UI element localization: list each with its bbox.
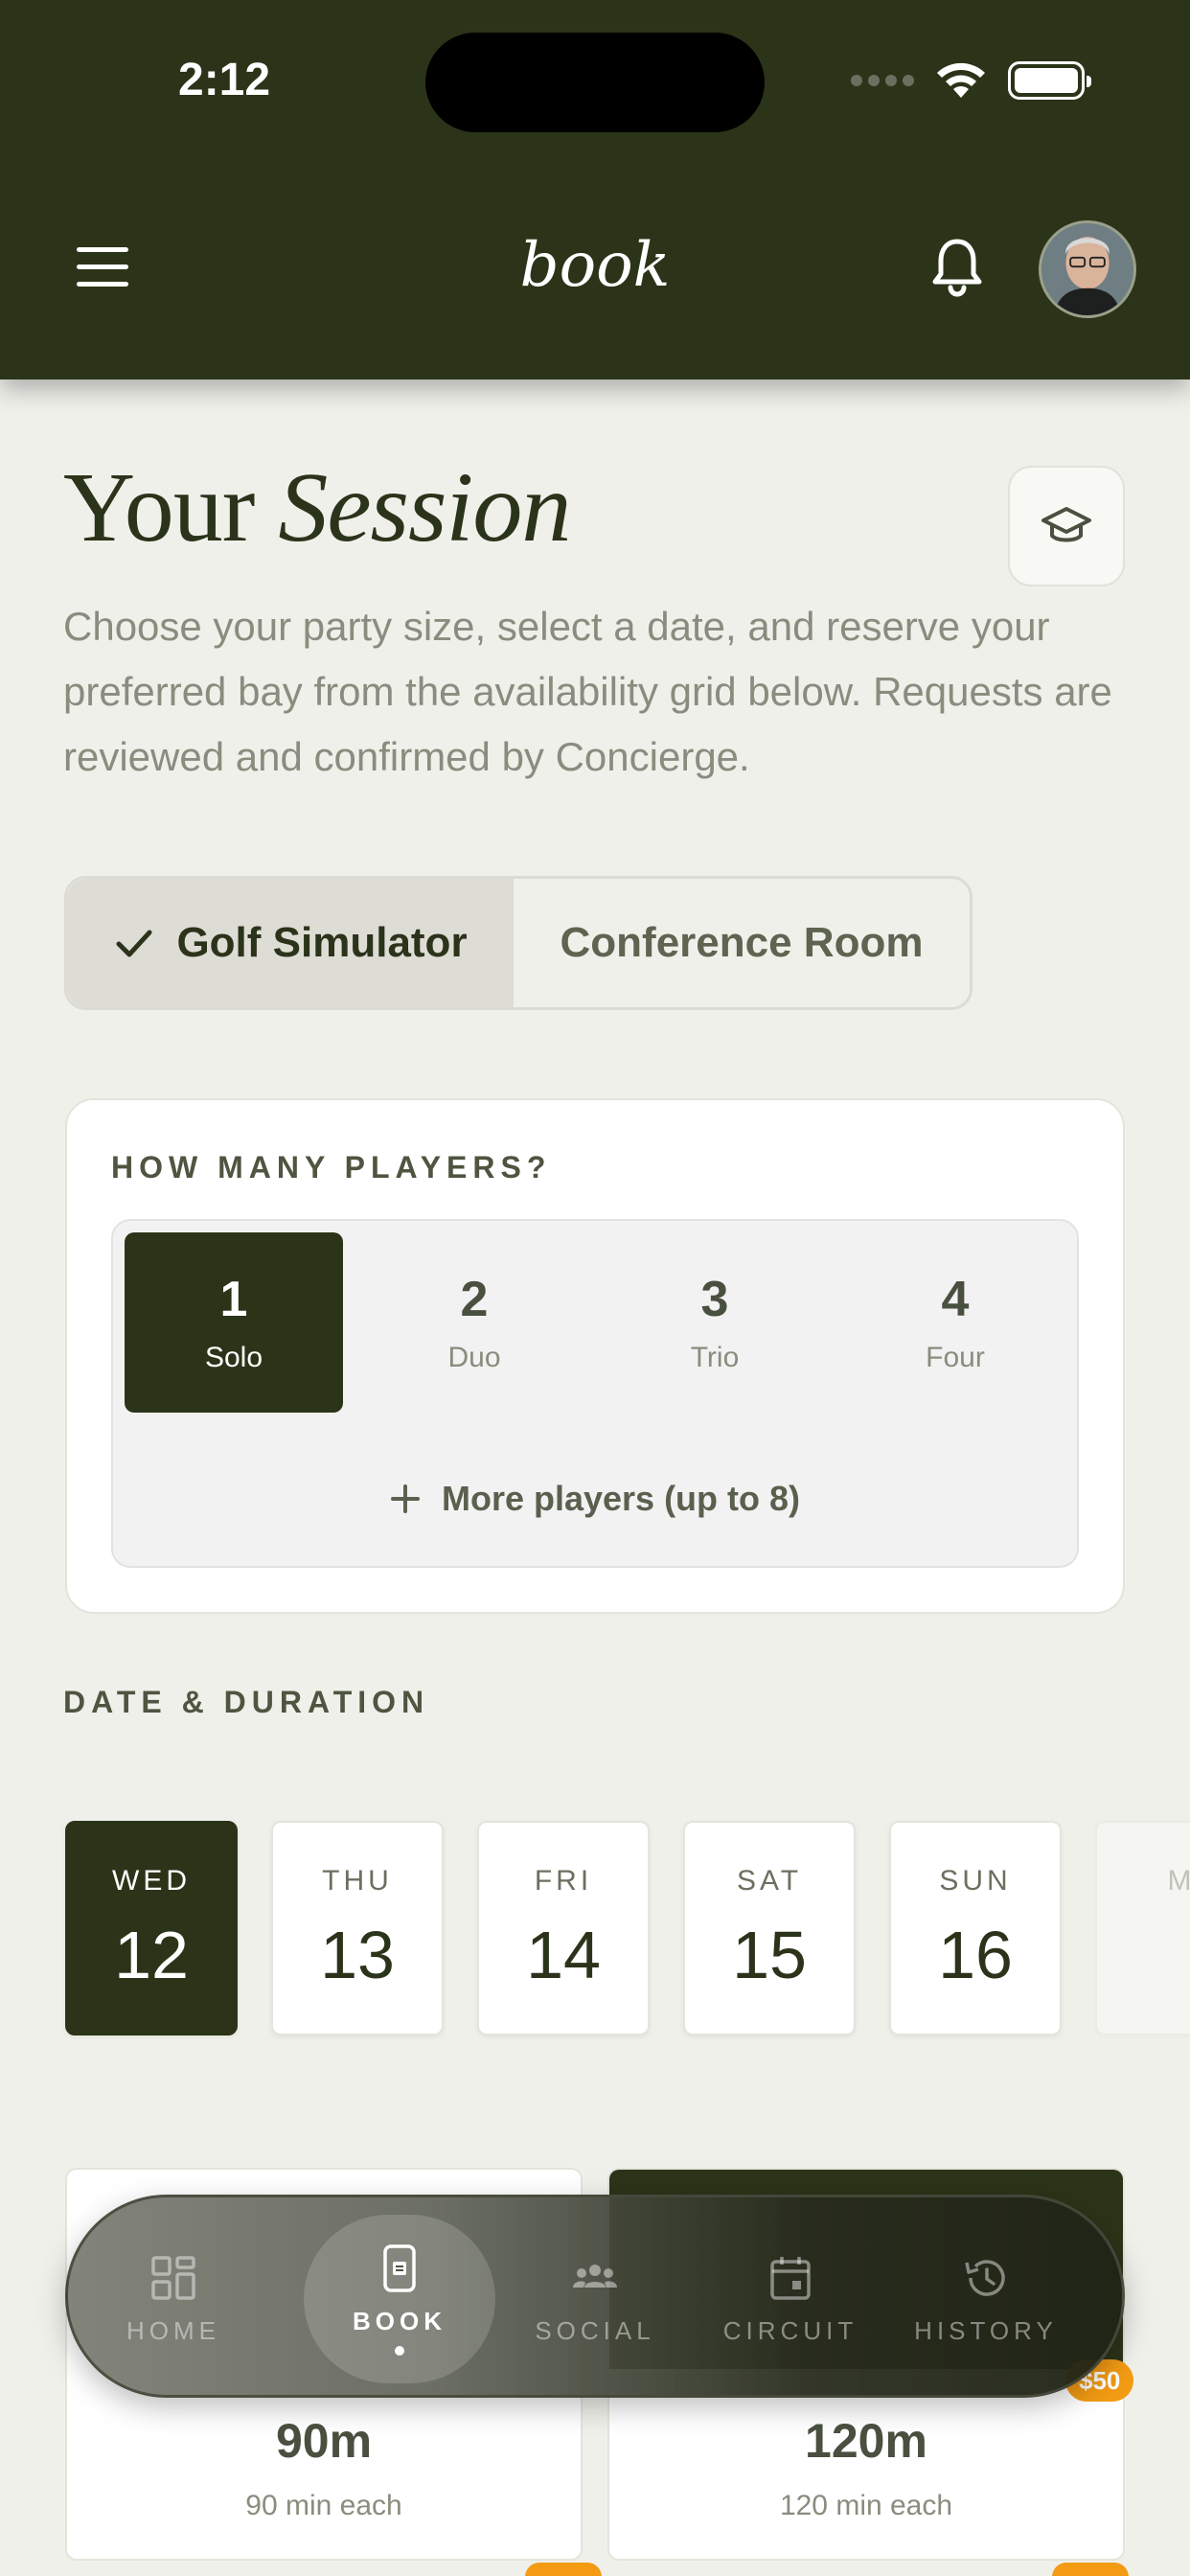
date-option[interactable]: M bbox=[1095, 1821, 1190, 2036]
nav-home[interactable]: HOME bbox=[78, 2215, 269, 2383]
people-icon bbox=[573, 2264, 617, 2288]
app-header: 2:12 book bbox=[0, 0, 1190, 380]
conference-room-option[interactable]: Conference Room bbox=[514, 879, 970, 1007]
date-option[interactable]: SAT 15 bbox=[683, 1821, 856, 2036]
wifi-icon bbox=[937, 62, 985, 98]
conference-room-label: Conference Room bbox=[560, 919, 924, 966]
badge-peek bbox=[525, 2563, 602, 2576]
page-title: Your Session bbox=[63, 450, 571, 564]
page-title-regular: Your bbox=[63, 452, 255, 563]
history-icon bbox=[965, 2259, 1005, 2296]
player-count: 1 bbox=[219, 1272, 248, 1327]
nav-label: HISTORY bbox=[914, 2315, 1058, 2345]
player-label: Solo bbox=[204, 1342, 263, 1373]
nav-book[interactable]: BOOK bbox=[304, 2215, 495, 2383]
duration-sub-120: 120 min each bbox=[779, 2490, 953, 2521]
date-strip: WED 12 THU 13 FRI 14 SAT 15 SUN 16 M bbox=[0, 1819, 1190, 2039]
date-weekday: SUN bbox=[939, 1865, 1012, 1897]
player-label: Duo bbox=[447, 1342, 501, 1373]
player-option-3[interactable]: 3 Trio bbox=[606, 1232, 824, 1413]
date-day: 15 bbox=[732, 1918, 807, 1992]
players-heading: HOW MANY PLAYERS? bbox=[111, 1150, 552, 1184]
nav-label: CIRCUIT bbox=[722, 2315, 858, 2345]
page-description: Choose your party size, select a date, a… bbox=[63, 604, 1112, 779]
nav-history[interactable]: HISTORY bbox=[890, 2215, 1082, 2383]
player-option-2[interactable]: 2 Duo bbox=[365, 1232, 584, 1413]
nav-circuit[interactable]: CIRCUIT bbox=[695, 2215, 886, 2383]
header-title: book bbox=[519, 230, 671, 301]
avatar[interactable] bbox=[1039, 220, 1136, 318]
nav-label: BOOK bbox=[353, 2306, 446, 2335]
status-icons bbox=[851, 59, 1091, 102]
duration-label-90: 90m bbox=[275, 2414, 373, 2468]
player-count: 3 bbox=[700, 1272, 729, 1327]
avatar-portrait-icon bbox=[1041, 223, 1133, 315]
players-selector: 1 Solo 2 Duo 3 Trio 4 Four More players … bbox=[111, 1219, 1079, 1568]
golf-simulator-label: Golf Simulator bbox=[176, 919, 468, 966]
badge-peek bbox=[1052, 2563, 1129, 2576]
player-option-1[interactable]: 1 Solo bbox=[125, 1232, 343, 1413]
duration-label-120: 120m bbox=[805, 2414, 927, 2468]
more-players-label: More players (up to 8) bbox=[441, 1479, 801, 1518]
date-option[interactable]: SUN 16 bbox=[889, 1821, 1062, 2036]
bottom-nav: HOME BOOK SOCIAL CIRCUIT HISTORY bbox=[65, 2195, 1125, 2398]
player-label: Trio bbox=[690, 1342, 740, 1373]
player-option-4[interactable]: 4 Four bbox=[846, 1232, 1064, 1413]
active-indicator bbox=[395, 2345, 404, 2356]
status-time: 2:12 bbox=[178, 55, 271, 105]
date-weekday: M bbox=[1167, 1865, 1190, 1897]
bell-icon[interactable] bbox=[929, 238, 985, 297]
player-count: 2 bbox=[460, 1272, 489, 1327]
venue-toggle: Golf Simulator Conference Room bbox=[64, 876, 973, 1010]
date-day: 14 bbox=[526, 1918, 601, 1992]
dynamic-island bbox=[425, 33, 765, 132]
page-title-italic: Session bbox=[278, 452, 571, 563]
more-players-button[interactable]: More players (up to 8) bbox=[113, 1470, 1077, 1528]
booking-icon bbox=[383, 2243, 416, 2292]
nav-social[interactable]: SOCIAL bbox=[499, 2215, 691, 2383]
plus-icon bbox=[390, 1484, 420, 1513]
checkmark-icon bbox=[116, 930, 152, 957]
date-day: 12 bbox=[114, 1918, 189, 1992]
date-weekday: SAT bbox=[736, 1865, 803, 1897]
date-duration-heading: DATE & DURATION bbox=[63, 1685, 430, 1719]
nav-label: HOME bbox=[126, 2315, 220, 2345]
calendar-icon bbox=[770, 2256, 811, 2300]
date-option[interactable]: WED 12 bbox=[65, 1821, 238, 2036]
date-day: 16 bbox=[938, 1918, 1013, 1992]
graduation-cap-button[interactable] bbox=[1008, 466, 1125, 586]
date-weekday: FRI bbox=[534, 1865, 593, 1897]
date-option[interactable]: THU 13 bbox=[271, 1821, 444, 2036]
date-weekday: WED bbox=[112, 1865, 191, 1897]
nav-label: SOCIAL bbox=[535, 2315, 655, 2345]
golf-simulator-option[interactable]: Golf Simulator bbox=[67, 879, 514, 1007]
player-label: Four bbox=[926, 1342, 985, 1373]
player-count: 4 bbox=[941, 1272, 970, 1327]
signal-icon bbox=[851, 75, 914, 86]
date-weekday: THU bbox=[322, 1865, 393, 1897]
date-option[interactable]: FRI 14 bbox=[477, 1821, 650, 2036]
duration-sub-90: 90 min each bbox=[245, 2490, 402, 2521]
date-day: 13 bbox=[320, 1918, 395, 1992]
battery-icon bbox=[1008, 61, 1091, 100]
graduation-cap-icon bbox=[1041, 507, 1091, 542]
players-card: HOW MANY PLAYERS? 1 Solo 2 Duo 3 Trio 4 … bbox=[65, 1098, 1125, 1614]
grid-icon bbox=[151, 2255, 195, 2300]
